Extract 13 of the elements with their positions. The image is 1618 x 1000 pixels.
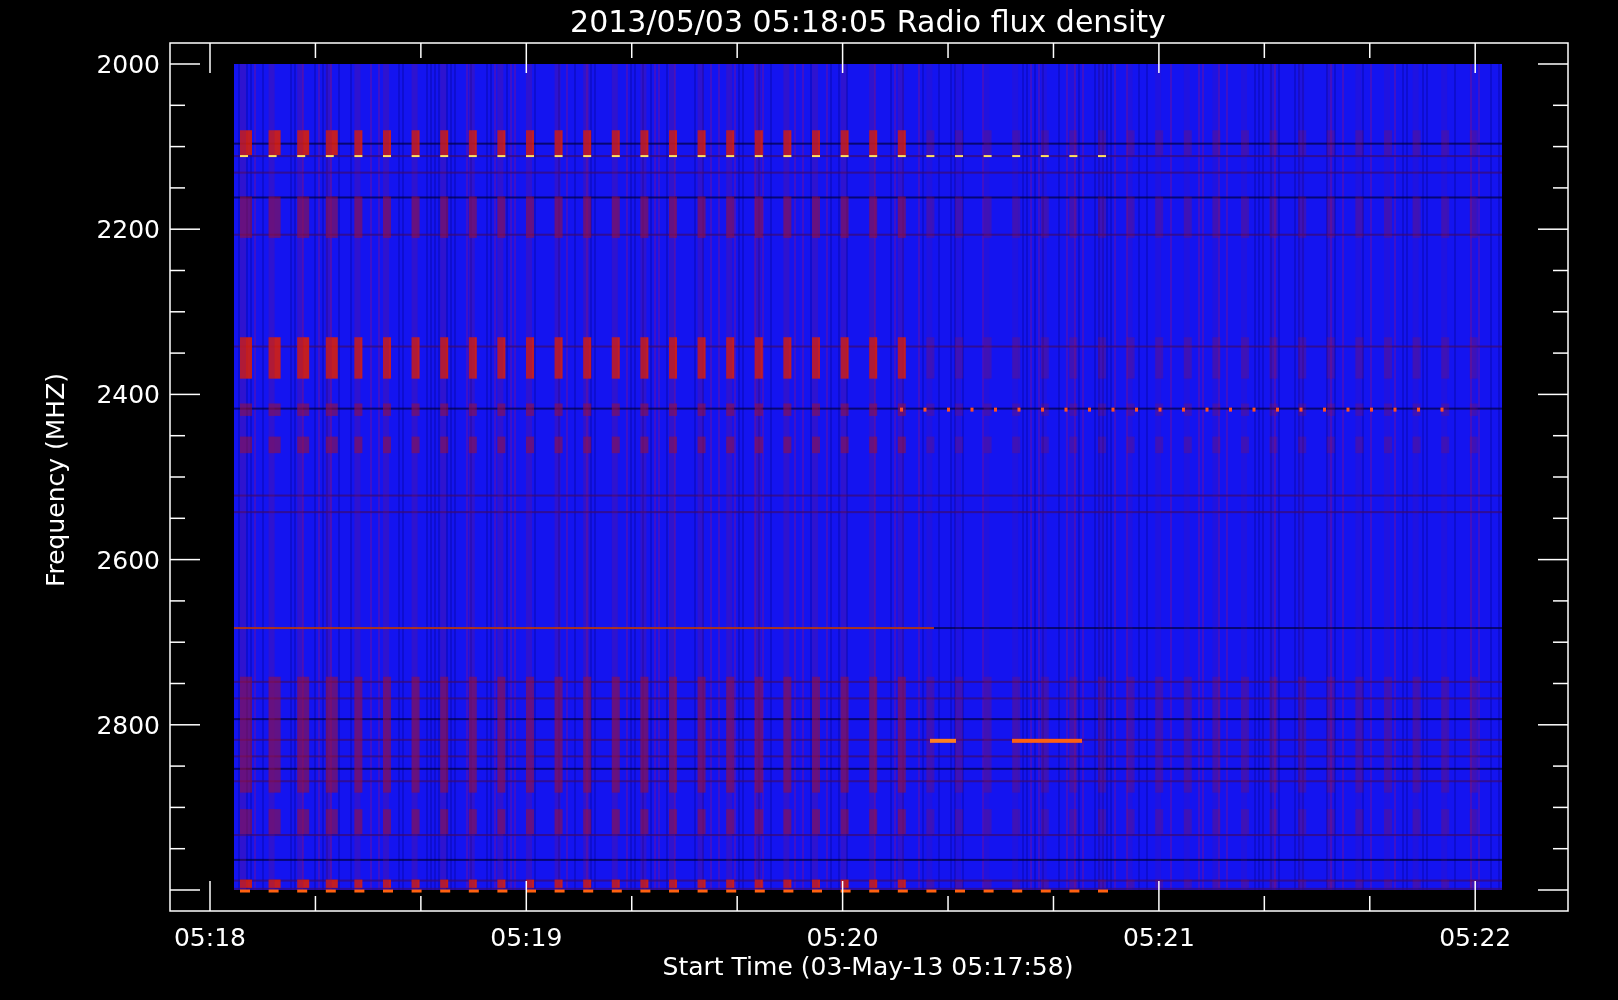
y-tick-label: 2200: [96, 215, 160, 245]
x-tick-label: 05:18: [174, 923, 246, 952]
x-axis-label: Start Time (03-May-13 05:17:58): [662, 952, 1074, 981]
x-tick-label: 05:21: [1122, 923, 1195, 952]
x-tick-label: 05:20: [806, 923, 879, 952]
y-tick-label: 2400: [96, 380, 160, 410]
y-tick-label: 2000: [96, 50, 160, 79]
y-tick-label: 2600: [96, 545, 160, 575]
chart-title: 2013/05/03 05:18:05 Radio flux density: [570, 4, 1166, 39]
x-tick-label: 05:19: [490, 923, 563, 952]
y-axis-label: Frequency (MHZ): [41, 372, 70, 588]
y-tick-label: 2800: [96, 710, 160, 740]
x-tick-label: 05:22: [1439, 923, 1512, 952]
